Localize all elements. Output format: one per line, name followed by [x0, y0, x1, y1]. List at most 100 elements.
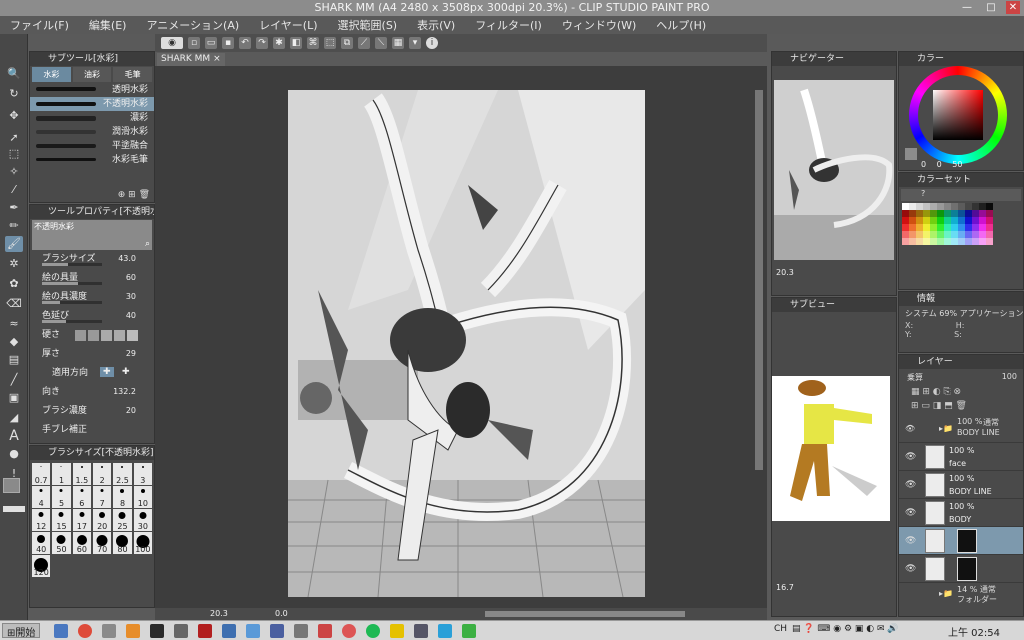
- color-swatch[interactable]: [909, 238, 916, 245]
- balloon-tool-icon[interactable]: ●: [5, 446, 23, 462]
- color-swatch[interactable]: [944, 217, 951, 224]
- layer-folder2-row[interactable]: ▸📁 14 % 通常 フォルダー: [899, 583, 1023, 605]
- color-swatch[interactable]: [972, 210, 979, 217]
- tab-watercolor[interactable]: 水彩: [32, 67, 71, 82]
- ruler-tool-icon[interactable]: ◢: [5, 410, 23, 426]
- color-swatch[interactable]: [951, 203, 958, 210]
- taskbar-explorer-icon[interactable]: [54, 624, 68, 638]
- zoom-tool-icon[interactable]: 🔍: [5, 66, 23, 82]
- color-swatch[interactable]: [902, 224, 909, 231]
- brush-size-option[interactable]: 1.5: [72, 463, 91, 485]
- brush-size-option[interactable]: 40: [32, 532, 51, 554]
- color-swatch[interactable]: [930, 217, 937, 224]
- eye-icon[interactable]: 👁: [905, 536, 916, 546]
- fill-tool-icon[interactable]: ◆: [5, 334, 23, 350]
- brush-item[interactable]: 平塗融合: [30, 139, 154, 153]
- pen-tool-icon[interactable]: ✒: [5, 200, 23, 216]
- taskbar-app-icon[interactable]: [390, 624, 404, 638]
- tab-ink-brush[interactable]: 毛筆: [113, 67, 153, 82]
- brush-size-option[interactable]: 80: [113, 532, 132, 554]
- navigator-preview[interactable]: [774, 80, 894, 260]
- prop-apply-direction[interactable]: 適用方向 ✚ ✚: [30, 365, 154, 384]
- color-swatch[interactable]: [972, 238, 979, 245]
- taskbar-app-icon[interactable]: [318, 624, 332, 638]
- color-swatch[interactable]: [944, 210, 951, 217]
- color-swatch[interactable]: [986, 231, 993, 238]
- hardness-presets[interactable]: [75, 330, 138, 341]
- zoom-value[interactable]: 20.3: [210, 609, 228, 618]
- taskbar-app-icon[interactable]: [198, 624, 212, 638]
- horizontal-scrollbar[interactable]: [485, 611, 685, 617]
- info-icon[interactable]: i: [426, 37, 438, 49]
- snap-grid-icon[interactable]: ▦: [392, 37, 404, 49]
- color-swatch[interactable]: [944, 203, 951, 210]
- color-swatch[interactable]: [958, 231, 965, 238]
- prop-color-stretch[interactable]: 色延び 40: [30, 308, 154, 327]
- brush-size-option[interactable]: 1: [52, 463, 71, 485]
- color-swatch[interactable]: [965, 238, 972, 245]
- pencil-tool-icon[interactable]: ✏: [5, 218, 23, 234]
- prop-paint-density[interactable]: 絵の具濃度 30: [30, 289, 154, 308]
- color-swatch[interactable]: [923, 231, 930, 238]
- layer-toolbar-icons[interactable]: ▦ ⊞ ◐ ⎘ ⊗: [899, 387, 1023, 401]
- color-swatch[interactable]: [909, 203, 916, 210]
- current-color-swatch[interactable]: [905, 148, 917, 160]
- taskbar-app-icon[interactable]: [294, 624, 308, 638]
- prop-brush-density[interactable]: ブラシ濃度 20: [30, 403, 154, 422]
- snap-ruler-icon[interactable]: ⟋: [358, 37, 370, 49]
- selection-tool-icon[interactable]: ⬚: [5, 146, 23, 162]
- taskbar-app-icon[interactable]: [270, 624, 284, 638]
- color-swatch[interactable]: [965, 210, 972, 217]
- language-indicator[interactable]: CH: [774, 624, 787, 634]
- brush-size-option[interactable]: 17: [72, 509, 91, 531]
- move-tool-icon[interactable]: ✥: [5, 108, 23, 124]
- color-swatch[interactable]: [951, 238, 958, 245]
- taskbar-clip-studio-icon[interactable]: [150, 624, 164, 638]
- color-swatch[interactable]: [965, 217, 972, 224]
- layer-row[interactable]: 👁 100 % BODY: [899, 499, 1023, 527]
- tray-icons[interactable]: ▤ ❓ ⌨ ◉ ⚙ ▣ ◐ ✉ 🔊: [792, 624, 899, 634]
- brush-size-option[interactable]: 2: [93, 463, 112, 485]
- color-swatch[interactable]: [965, 224, 972, 231]
- brush-size-option[interactable]: 60: [72, 532, 91, 554]
- menu-view[interactable]: 表示(V): [417, 17, 455, 33]
- brush-size-option[interactable]: 25: [113, 509, 132, 531]
- color-swatch[interactable]: [965, 231, 972, 238]
- color-swatch[interactable]: [958, 238, 965, 245]
- drawing-canvas[interactable]: [288, 90, 645, 597]
- brush-item[interactable]: 透明水彩: [30, 83, 154, 97]
- clip-studio-icon[interactable]: ◉: [161, 37, 183, 49]
- search-icon[interactable]: ⌕: [145, 239, 150, 249]
- figure-tool-icon[interactable]: ╱: [5, 372, 23, 388]
- prop-paint-amount[interactable]: 絵の具量 60: [30, 270, 154, 289]
- subtool-actions-icon[interactable]: ⊕ ⊞ 🗑: [118, 190, 150, 200]
- clear-icon[interactable]: ✱: [273, 37, 285, 49]
- brush-item[interactable]: 水彩毛筆: [30, 153, 154, 167]
- color-swatch[interactable]: [937, 203, 944, 210]
- snap-special-icon[interactable]: ⟍: [375, 37, 387, 49]
- menu-selection[interactable]: 選択範囲(S): [338, 17, 398, 33]
- brush-size-option[interactable]: 10: [133, 486, 152, 508]
- menu-layer[interactable]: レイヤー(L): [259, 17, 317, 33]
- invert-selection-icon[interactable]: ⧉: [341, 37, 353, 49]
- brush-item[interactable]: 濃彩: [30, 111, 154, 125]
- transparent-color-swatch[interactable]: [3, 506, 25, 512]
- brush-size-option[interactable]: 120: [32, 555, 51, 577]
- eye-icon[interactable]: 👁: [905, 480, 916, 490]
- color-swatch[interactable]: [902, 238, 909, 245]
- redo-icon[interactable]: ↷: [256, 37, 268, 49]
- color-swatch[interactable]: [916, 238, 923, 245]
- document-tab[interactable]: SHARK MM ×: [157, 53, 225, 67]
- hue-ring[interactable]: [909, 66, 1007, 164]
- color-swatch[interactable]: [902, 217, 909, 224]
- brush-size-option[interactable]: 2.5: [113, 463, 132, 485]
- save-icon[interactable]: ▪: [222, 37, 234, 49]
- color-swatch[interactable]: [979, 224, 986, 231]
- prop-hardness[interactable]: 硬さ: [30, 327, 154, 346]
- taskbar-app-icon[interactable]: [342, 624, 356, 638]
- taskbar-app-icon[interactable]: [414, 624, 428, 638]
- color-swatch[interactable]: [916, 224, 923, 231]
- eye-icon[interactable]: 👁: [905, 508, 916, 518]
- color-swatch[interactable]: [958, 224, 965, 231]
- color-swatch[interactable]: [923, 210, 930, 217]
